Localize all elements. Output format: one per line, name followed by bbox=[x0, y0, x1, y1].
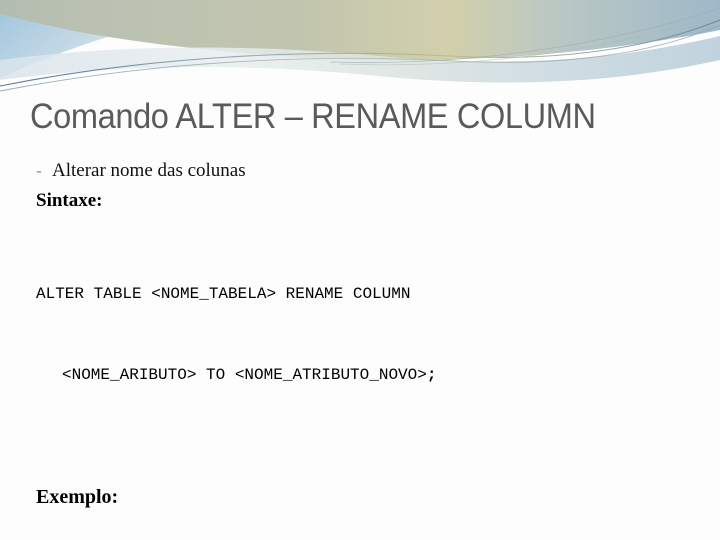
bullet-item-label: Alterar nome das colunas bbox=[52, 160, 246, 181]
syntax-code-line-2-text: <NOME_ARIBUTO> TO <NOME_ATRIBUTO_NOVO> bbox=[62, 366, 427, 384]
bullet-item-alterar: - Alterar nome das colunas bbox=[36, 158, 704, 183]
slide-canvas: Comando ALTER – RENAME COLUMN - Alterar … bbox=[0, 0, 720, 540]
syntax-code-terminator: ; bbox=[426, 366, 437, 384]
exemplo-heading: Exemplo: bbox=[36, 486, 119, 508]
sintaxe-heading: Sintaxe: bbox=[36, 190, 103, 211]
syntax-code-line-1: ALTER TABLE <NOME_TABELA> RENAME COLUMN bbox=[36, 285, 411, 303]
syntax-code-line-2: <NOME_ARIBUTO> TO <NOME_ATRIBUTO_NOVO>; bbox=[36, 362, 704, 389]
example-code-block: ALTER TABLE TB_ALUNO RENAME COLUMN ALU_N… bbox=[36, 524, 704, 540]
header-swoosh-decoration bbox=[0, 0, 720, 105]
syntax-code-block: ALTER TABLE <NOME_TABELA> RENAME COLUMN … bbox=[36, 227, 704, 443]
slide-title: Comando ALTER – RENAME COLUMN bbox=[30, 97, 596, 136]
dash-bullet-icon: - bbox=[36, 161, 42, 180]
slide-body: - Alterar nome das colunas Sintaxe: ALTE… bbox=[36, 158, 704, 540]
